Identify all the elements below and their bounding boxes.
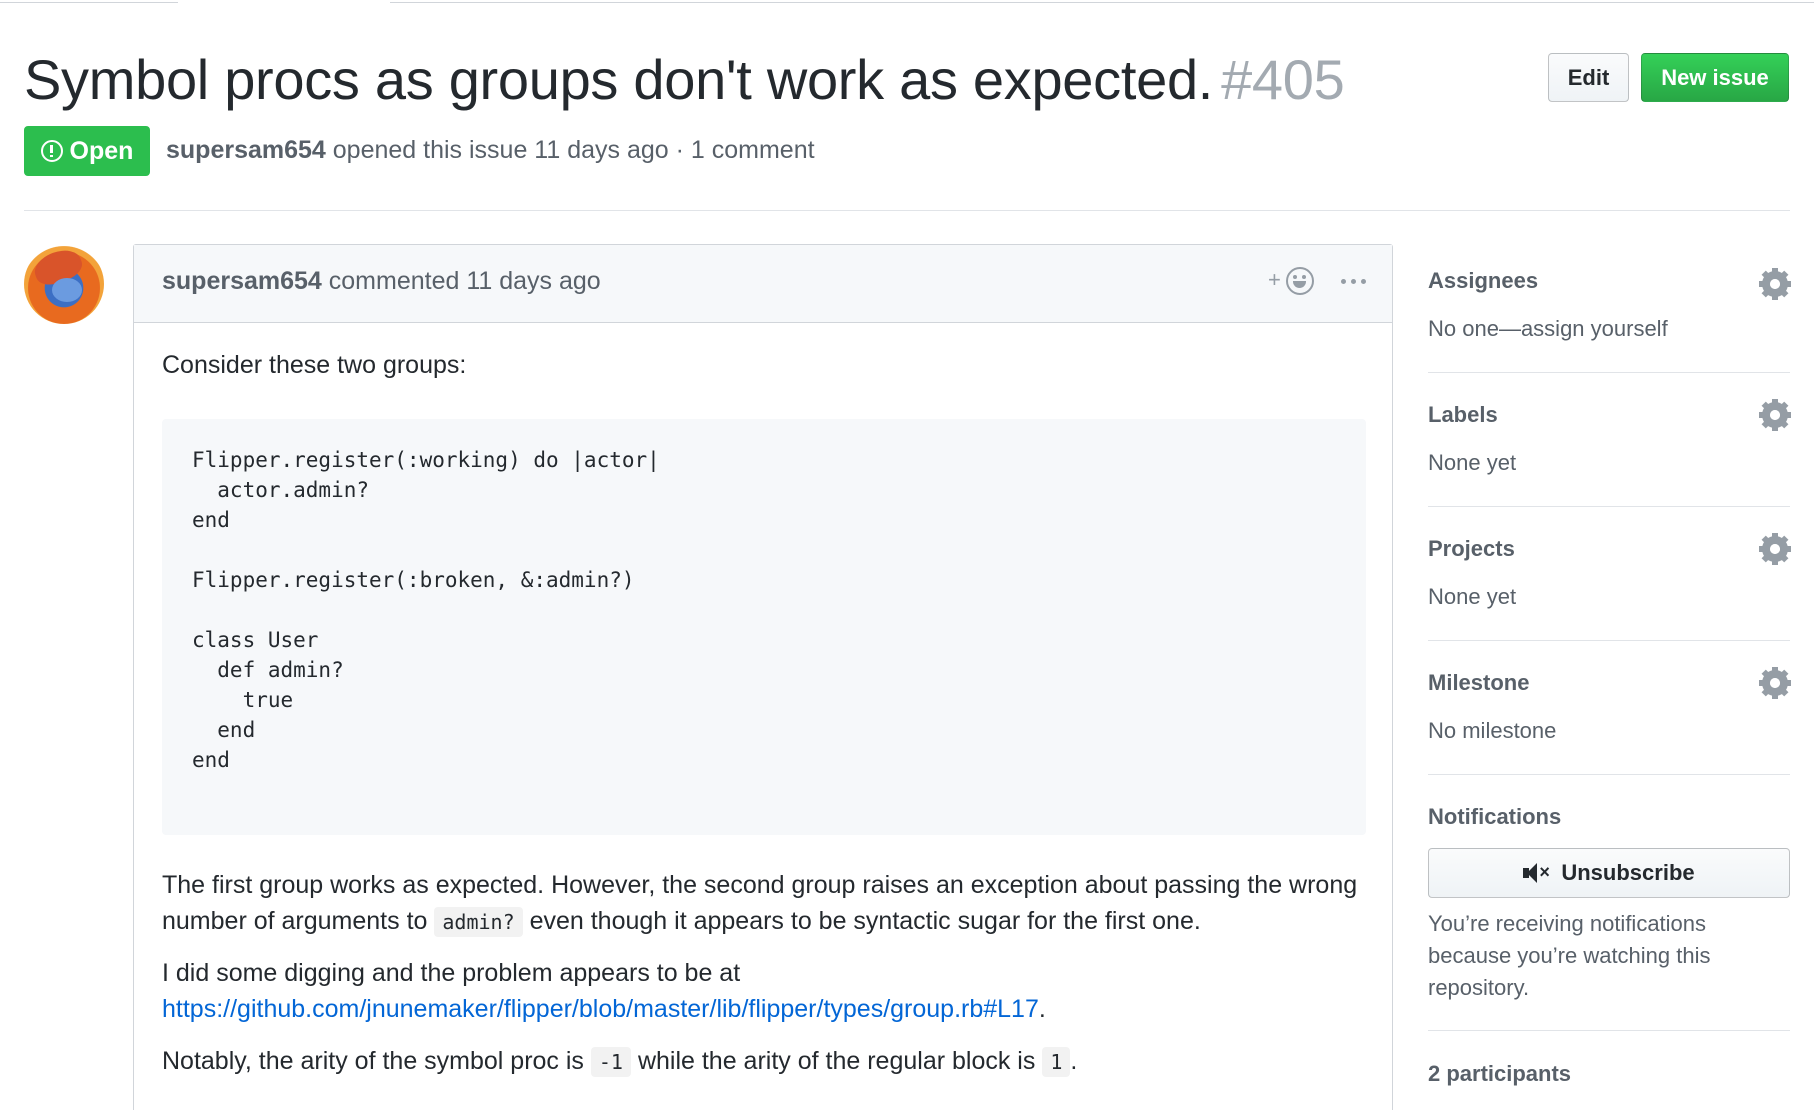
gear-icon[interactable]	[1759, 399, 1791, 431]
status-label: Open	[69, 136, 134, 165]
code-line: true	[192, 688, 294, 712]
issue-opened-icon	[40, 140, 63, 162]
source-link[interactable]: https://github.com/jnunemaker/flipper/bl…	[162, 995, 1039, 1023]
issue-meta: supersam654 opened this issue 11 days ag…	[166, 134, 815, 166]
labels-value: None yet	[1428, 450, 1517, 475]
comment-paragraph-4: Notably, the arity of the symbol proc is…	[162, 1043, 1372, 1080]
comment-intro: Consider these two groups:	[162, 351, 467, 379]
inline-code: 1	[1042, 1047, 1071, 1077]
assignees-heading: Assignees	[1428, 268, 1539, 293]
comment-meta: supersam654 commented 11 days ago	[162, 267, 601, 296]
labels-heading: Labels	[1428, 402, 1498, 427]
unsubscribe-label: Unsubscribe	[1561, 860, 1695, 885]
add-reaction-button[interactable]: +	[1268, 265, 1320, 301]
code-line: end	[192, 748, 230, 772]
milestone-value: No milestone	[1428, 718, 1557, 743]
edit-button[interactable]: Edit	[1548, 53, 1629, 102]
code-line: end	[192, 508, 230, 532]
para3-text-a: I did some digging and the problem appea…	[162, 959, 741, 987]
projects-heading: Projects	[1428, 536, 1515, 561]
inline-code: -1	[590, 1047, 631, 1077]
kebab-menu-icon[interactable]	[1341, 279, 1367, 285]
tab-border-left	[0, 2, 178, 3]
tab-border-right	[390, 2, 1814, 3]
comment-meta-text: commented 11 days ago	[328, 267, 601, 295]
code-line: class User	[192, 628, 319, 652]
unsubscribe-button[interactable]: × Unsubscribe	[1428, 848, 1790, 898]
comment-paragraph-3: I did some digging and the problem appea…	[162, 955, 1372, 1027]
projects-value: None yet	[1428, 584, 1517, 609]
new-issue-button[interactable]: New issue	[1641, 53, 1789, 102]
comment-paragraph-2: The first group works as expected. Howev…	[162, 867, 1372, 940]
para2-text-b: even though it appears to be syntactic s…	[529, 907, 1201, 935]
issue-author-link[interactable]: supersam654	[166, 136, 326, 164]
header-divider	[24, 210, 1790, 211]
smiley-icon	[1286, 267, 1314, 295]
issue-meta-text: opened this issue 11 days ago · 1 commen…	[332, 136, 815, 164]
code-line: Flipper.register(:broken, &:admin?)	[192, 568, 635, 592]
plus-icon: +	[1268, 267, 1281, 292]
sidebar-divider	[1428, 1030, 1790, 1031]
mute-icon: ×	[1523, 862, 1551, 884]
code-block: Flipper.register(:working) do |actor| ac…	[162, 419, 1366, 835]
issue-title-text: Symbol procs as groups don't work as exp…	[24, 48, 1214, 111]
status-badge: Open	[24, 126, 150, 176]
para4-text-a: Notably, the arity of the symbol proc is	[162, 1047, 584, 1075]
code-line: end	[192, 718, 256, 742]
sidebar-divider	[1428, 506, 1790, 507]
code-line: actor.admin?	[192, 478, 370, 502]
inline-code: admin?	[434, 907, 523, 937]
notifications-heading: Notifications	[1428, 804, 1562, 829]
sidebar-divider	[1428, 774, 1790, 775]
comment-box: supersam654 commented 11 days ago + Cons…	[133, 244, 1393, 1110]
gear-icon[interactable]	[1759, 667, 1791, 699]
sidebar-divider	[1428, 372, 1790, 373]
issue-number: #405	[1221, 48, 1345, 111]
participants-heading: 2 participants	[1428, 1061, 1572, 1086]
comment-header: supersam654 commented 11 days ago +	[134, 245, 1392, 323]
code-line: def admin?	[192, 658, 344, 682]
avatar[interactable]	[24, 244, 104, 324]
comment-author-link[interactable]: supersam654	[162, 267, 322, 295]
milestone-heading: Milestone	[1428, 670, 1530, 695]
para3-text-b: .	[1038, 995, 1046, 1023]
para4-text-c: .	[1070, 1047, 1078, 1075]
top-tab-border	[0, 0, 1814, 4]
code-line: Flipper.register(:working) do |actor|	[192, 448, 660, 472]
assignees-value[interactable]: No one—assign yourself	[1428, 315, 1668, 343]
notifications-reason: You’re receiving notifications because y…	[1428, 911, 1711, 1000]
sidebar-divider	[1428, 640, 1790, 641]
gear-icon[interactable]	[1759, 268, 1791, 300]
gear-icon[interactable]	[1759, 533, 1791, 565]
issue-title: Symbol procs as groups don't work as exp…	[24, 44, 1345, 116]
para4-text-b: while the arity of the regular block is	[637, 1047, 1036, 1075]
